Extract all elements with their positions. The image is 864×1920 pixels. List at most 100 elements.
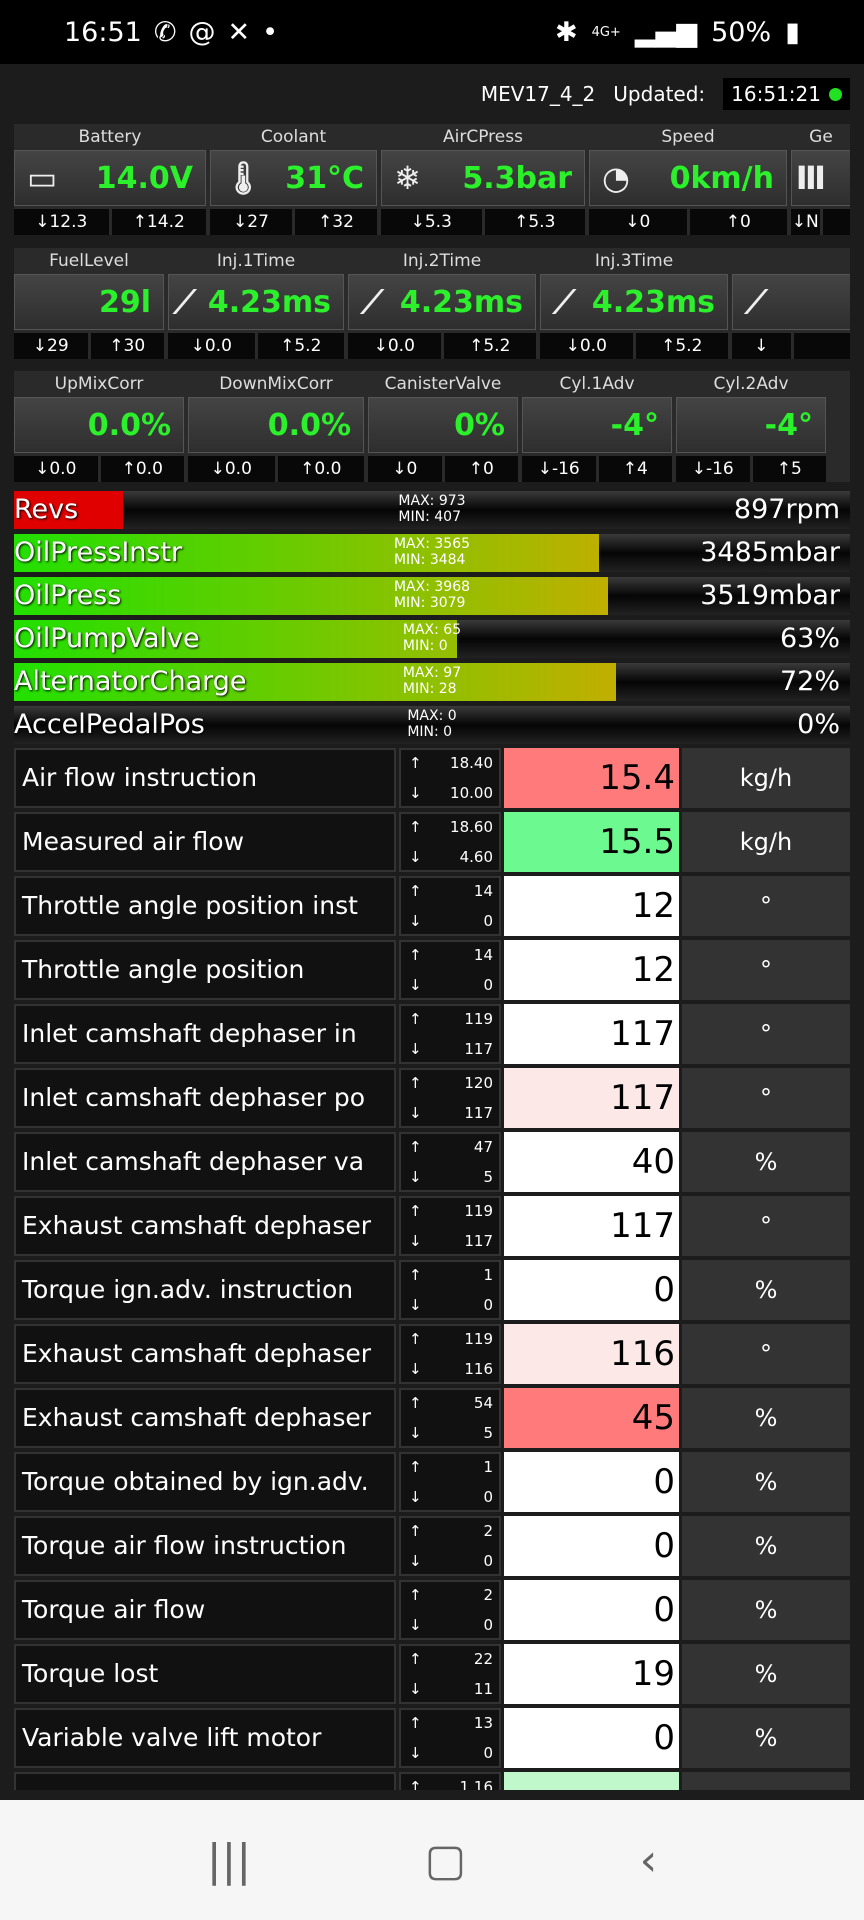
table-row[interactable]: ↑ 1.16 [14, 1772, 850, 1790]
table-row[interactable]: Torque air flow instruction ↑ 2 ↓ 0 0 % [14, 1516, 850, 1576]
bar-label: OilPressInstr [14, 537, 183, 568]
gauge-max: ↑4 [598, 456, 672, 482]
param-value: 45 [504, 1388, 679, 1448]
gauge[interactable]: Inj.2Time ⟋ 4.23ms ↓0.0 ↑5.2 [348, 248, 536, 359]
arrow-down-icon: ↓ [409, 1552, 422, 1570]
gauge-min: ↓0.0 [348, 333, 441, 359]
status-bar: 16:51 ✆ @ ✕ • ✱ 4G+ ▂▄▆ 50% ▮ [0, 0, 864, 64]
param-value: 117 [504, 1004, 679, 1064]
gauge[interactable]: ⟋ ↓ [732, 248, 850, 359]
arrow-down-icon: ↓ [409, 1296, 422, 1314]
gauge-label: CanisterValve [384, 374, 502, 394]
gauge[interactable]: Ge Ⅲ ↓N [791, 124, 850, 235]
table-row[interactable]: Exhaust camshaft dephaser ↑ 119 ↓ 117 117 … [14, 1196, 850, 1256]
gauge[interactable]: Cyl.1Adv -4° ↓-16 ↑4 [522, 371, 672, 482]
table-row[interactable]: Inlet camshaft dephaser va ↑ 47 ↓ 5 40 % [14, 1132, 850, 1192]
param-name: Torque lost [14, 1644, 396, 1704]
bar-gauge: AccelPedalPos MAX: 0 MIN: 0 0% [14, 706, 850, 744]
bar-min: MIN: 3484 [393, 552, 466, 568]
gauge-label: Battery [78, 127, 142, 147]
gauge[interactable]: AirCPress ❄ 5.3bar ↓5.3 ↑5.3 [381, 124, 585, 235]
param-value: 0 [504, 1580, 679, 1640]
param-max: 18.40 [450, 754, 493, 772]
gauge-value: 31°C [285, 160, 364, 196]
param-min: 0 [483, 912, 493, 930]
parameter-table: Air flow instruction ↑ 18.40 ↓ 10.00 15.4 … [14, 748, 850, 1790]
param-unit: ° [682, 1324, 850, 1384]
recent-apps-icon[interactable]: ||| [207, 1835, 251, 1886]
table-row[interactable]: Torque ign.adv. instruction ↑ 1 ↓ 0 0 % [14, 1260, 850, 1320]
table-row[interactable]: Air flow instruction ↑ 18.40 ↓ 10.00 15.4 … [14, 748, 850, 808]
gauge-min: ↓29 [14, 333, 88, 359]
param-name: Exhaust camshaft dephaser [14, 1388, 396, 1448]
gauge[interactable]: FuelLevel 29l ↓29 ↑30 [14, 248, 164, 359]
injector-icon: ⟋ [553, 282, 576, 321]
param-unit: % [682, 1132, 850, 1192]
gauge[interactable]: Battery ▭ 14.0V ↓12.3 ↑14.2 [14, 124, 206, 235]
param-unit: ° [682, 1068, 850, 1128]
arrow-down-icon: ↓ [409, 784, 422, 802]
table-row[interactable]: Inlet camshaft dephaser po ↑ 120 ↓ 117 117… [14, 1068, 850, 1128]
arrow-up-icon: ↑ [409, 882, 422, 900]
table-row[interactable]: Throttle angle position inst ↑ 14 ↓ 0 12 ° [14, 876, 850, 936]
gauge-min: ↓12.3 [14, 209, 109, 235]
at-icon: @ [188, 16, 216, 48]
back-icon[interactable]: ‹ [640, 1835, 658, 1886]
gauge[interactable]: Speed ◔ 0km/h ↓0 ↑0 [589, 124, 787, 235]
home-icon[interactable]: ▢ [425, 1835, 467, 1886]
arrow-up-icon: ↑ [409, 1458, 422, 1476]
updated-label: Updated: [613, 82, 706, 106]
arrow-up-icon: ↑ [409, 1074, 422, 1092]
gauge[interactable]: Inj.1Time ⟋ 4.23ms ↓0.0 ↑5.2 [168, 248, 344, 359]
param-max: 119 [464, 1010, 493, 1028]
arrow-up-icon: ↑ [409, 1266, 422, 1284]
param-max: 14 [473, 946, 493, 964]
table-row[interactable]: Measured air flow ↑ 18.60 ↓ 4.60 15.5 kg/h [14, 812, 850, 872]
gear-shift-icon: Ⅲ [795, 159, 826, 197]
bar-gauge: OilPumpValve MAX: 65 MIN: 0 63% [14, 620, 850, 658]
gauge-row: Battery ▭ 14.0V ↓12.3 ↑14.2 Coolant 🌡 31°C ↓… [14, 124, 850, 235]
gauge-min: ↓27 [210, 209, 292, 235]
gauge[interactable]: Coolant 🌡 31°C ↓27 ↑32 [210, 124, 377, 235]
gauge-max [822, 209, 850, 235]
param-min: 5 [483, 1424, 493, 1442]
bar-label: AccelPedalPos [14, 709, 205, 740]
table-row[interactable]: Throttle angle position ↑ 14 ↓ 0 12 ° [14, 940, 850, 1000]
table-row[interactable]: Exhaust camshaft dephaser ↑ 54 ↓ 5 45 % [14, 1388, 850, 1448]
gauge[interactable]: Inj.3Time ⟋ 4.23ms ↓0.0 ↑5.2 [540, 248, 728, 359]
gauge-max: ↑0.0 [277, 456, 364, 482]
param-min: 117 [464, 1040, 493, 1058]
navigation-bar: ||| ▢ ‹ [0, 1800, 864, 1920]
param-max: 1.16 [459, 1778, 493, 1790]
table-row[interactable]: Variable valve lift motor ↑ 13 ↓ 0 0 % [14, 1708, 850, 1768]
param-max: 54 [473, 1394, 493, 1412]
param-max: 1 [483, 1458, 493, 1476]
ecu-name: MEV17_4_2 [480, 82, 596, 106]
arrow-down-icon: ↓ [409, 1104, 422, 1122]
gauge[interactable]: CanisterValve 0% ↓0 ↑0 [368, 371, 518, 482]
table-row[interactable]: Exhaust camshaft dephaser ↑ 119 ↓ 116 116 … [14, 1324, 850, 1384]
gauge-value: 0.0% [87, 407, 171, 443]
arrow-down-icon: ↓ [409, 976, 422, 994]
gauge[interactable]: UpMixCorr 0.0% ↓0.0 ↑0.0 [14, 371, 184, 482]
gauge-row: FuelLevel 29l ↓29 ↑30 Inj.1Time ⟋ 4.23ms ↓0… [14, 248, 850, 359]
gauge[interactable]: DownMixCorr 0.0% ↓0.0 ↑0.0 [188, 371, 364, 482]
param-min: 0 [483, 1744, 493, 1762]
gauge-value: 0% [454, 407, 505, 443]
dot-icon: • [262, 16, 278, 48]
param-name: Inlet camshaft dephaser po [14, 1068, 396, 1128]
bar-value: 897rpm [733, 494, 840, 525]
bar-value: 63% [779, 623, 840, 654]
table-row[interactable]: Torque obtained by ign.adv. ↑ 1 ↓ 0 0 % [14, 1452, 850, 1512]
param-value: 40 [504, 1132, 679, 1192]
gauge-max [793, 333, 850, 359]
param-max: 18.60 [450, 818, 493, 836]
gauge-label: Coolant [260, 127, 327, 147]
gauge[interactable]: Cyl.2Adv -4° ↓-16 ↑5 [676, 371, 826, 482]
table-row[interactable]: Torque lost ↑ 22 ↓ 11 19 % [14, 1644, 850, 1704]
param-value: 116 [504, 1324, 679, 1384]
table-row[interactable]: Torque air flow ↑ 2 ↓ 0 0 % [14, 1580, 850, 1640]
network-type: 4G+ [591, 24, 621, 40]
table-row[interactable]: Inlet camshaft dephaser in ↑ 119 ↓ 117 117… [14, 1004, 850, 1064]
param-min: 11 [473, 1680, 493, 1698]
